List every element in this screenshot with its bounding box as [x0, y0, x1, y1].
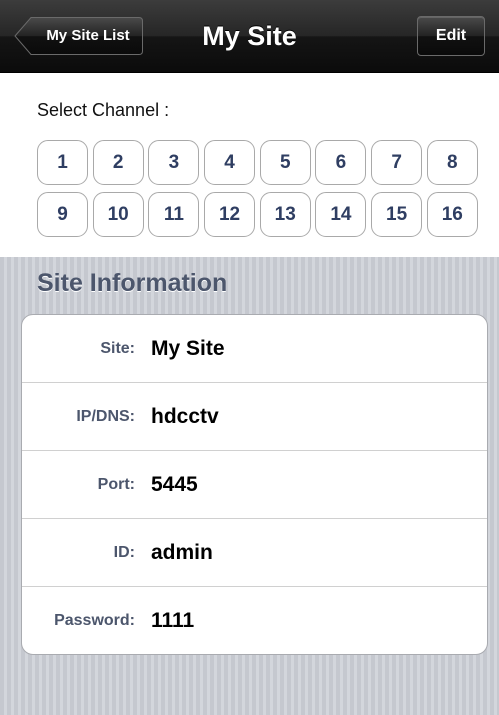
- channel-button-6[interactable]: 6: [315, 140, 367, 185]
- edit-button[interactable]: Edit: [417, 16, 485, 56]
- info-value: 1111: [151, 609, 195, 632]
- channel-button-11[interactable]: 11: [148, 192, 200, 237]
- section-title: Site Information: [37, 269, 228, 297]
- info-row-ip-dns: IP/DNS: hdcctv: [22, 383, 487, 451]
- channel-button-3[interactable]: 3: [148, 140, 200, 185]
- navigation-bar: My Site My Site List Edit: [0, 0, 499, 73]
- channel-button-14[interactable]: 14: [315, 192, 367, 237]
- select-channel-label: Select Channel :: [37, 100, 170, 120]
- info-row-port: Port: 5445: [22, 451, 487, 519]
- channel-button-15[interactable]: 15: [371, 192, 423, 237]
- info-row-password: Password: 1111: [22, 587, 487, 654]
- site-information-group: Site: My Site IP/DNS: hdcctv Port: 5445 …: [21, 314, 488, 655]
- channel-grid: 1 2 3 4 5 6 7 8 9 10 11 12 13 14 15 16: [37, 140, 478, 237]
- channel-button-4[interactable]: 4: [204, 140, 256, 185]
- channel-button-12[interactable]: 12: [204, 192, 256, 237]
- info-key: Password:: [54, 612, 135, 629]
- info-key: Site:: [100, 340, 135, 357]
- channel-button-1[interactable]: 1: [37, 140, 88, 185]
- channel-button-2[interactable]: 2: [92, 140, 144, 185]
- channel-button-16[interactable]: 16: [426, 192, 478, 237]
- info-value: hdcctv: [151, 405, 219, 428]
- channel-button-10[interactable]: 10: [92, 192, 144, 237]
- channel-button-9[interactable]: 9: [37, 192, 88, 237]
- info-key: IP/DNS:: [76, 408, 135, 425]
- channel-button-13[interactable]: 13: [259, 192, 311, 237]
- back-button[interactable]: My Site List: [14, 16, 144, 56]
- info-key: Port:: [97, 476, 135, 493]
- info-value: My Site: [151, 337, 225, 360]
- channel-button-7[interactable]: 7: [371, 140, 423, 185]
- info-row-id: ID: admin: [22, 519, 487, 587]
- info-row-site: Site: My Site: [22, 315, 487, 383]
- info-value: admin: [151, 541, 213, 564]
- back-button-label: My Site List: [46, 27, 130, 44]
- channel-button-8[interactable]: 8: [426, 140, 478, 185]
- site-information-panel: Site Information Site: My Site IP/DNS: h…: [0, 257, 499, 715]
- info-key: ID:: [113, 544, 135, 561]
- channel-button-5[interactable]: 5: [259, 140, 311, 185]
- info-value: 5445: [151, 473, 198, 496]
